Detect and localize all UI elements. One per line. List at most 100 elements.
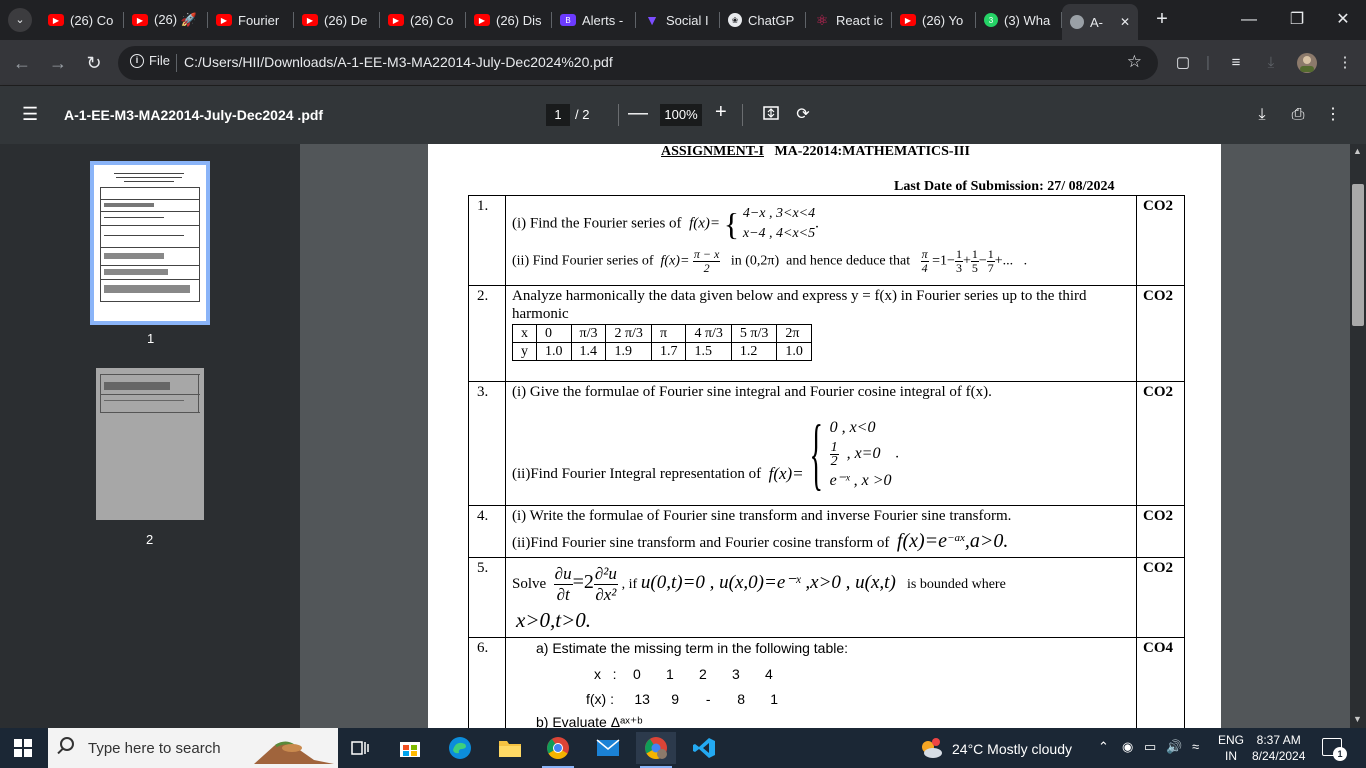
close-window-button[interactable]: ✕ [1320,0,1366,40]
sidebar-toggle-icon[interactable]: ☰ [22,105,42,125]
q3-case2: 12 , x=0 [829,440,892,468]
tab-search-chevron-icon[interactable]: ⌄ [8,8,32,32]
scroll-up-icon[interactable]: ▲ [1353,146,1362,156]
chrome-icon[interactable] [538,732,578,768]
browser-tab[interactable]: ❀ ChatGP [720,6,806,34]
browser-tab[interactable]: ⚛ React ic [806,6,892,34]
piecewise-cases: 4−x , 3<x<4 x−4 , 4<x<5 [743,204,815,244]
table-row: 6. a) Estimate the missing term in the f… [468,637,1185,728]
forward-arrow-icon[interactable]: → [46,51,70,75]
youtube-icon: ▶ [216,14,232,26]
download-icon[interactable]: ⤓ [1260,52,1282,74]
site-info-button[interactable]: i File [130,53,170,68]
browser-tab[interactable]: ▼ Social I [636,6,720,34]
reload-icon[interactable]: ↻ [82,51,106,75]
new-tab-button[interactable]: + [1150,8,1174,32]
notification-center-icon[interactable]: 1 [1322,738,1347,761]
taskbar-search[interactable]: Type here to search [48,728,338,768]
browser-tab[interactable]: B Alerts - [552,6,636,34]
browser-tab[interactable]: 3 (3) Wha [976,6,1062,34]
media-control-icon[interactable]: ≡ [1225,52,1247,74]
meet-now-icon[interactable]: ◉ [1122,739,1133,755]
heading-course: MA-22014:MATHEMATICS-III [774,144,970,159]
table-row: x 0 π/3 2 π/3 π 4 π/3 5 π/3 2π [512,324,812,343]
page-thumbnail-1[interactable] [90,161,210,325]
browser-menu-icon[interactable]: ⋮ [1334,52,1356,74]
brace-glyph: { [809,410,824,498]
table-cell: 3 [732,666,740,682]
volume-icon[interactable]: 🔊 [1166,739,1182,755]
browser-tab[interactable]: ▶ (26) Co [40,6,124,34]
vertical-scrollbar[interactable]: ▲ ▼ [1350,144,1366,728]
search-highlight-art [254,741,334,764]
zoom-out-button[interactable]: — [628,102,648,125]
language-indicator[interactable]: ENG IN [1218,732,1244,764]
system-clock[interactable]: 8:37 AM 8/24/2024 [1252,732,1305,764]
browser-tab[interactable]: ▶ (26) 🚀 [124,6,208,34]
address-bar[interactable]: i File C:/Users/HII/Downloads/A-1-EE-M3-… [118,46,1158,80]
battery-icon[interactable]: ▭ [1144,739,1156,755]
vscode-icon[interactable] [684,732,724,764]
chatgpt-icon: ❀ [728,13,742,27]
show-hidden-icons[interactable]: ⌃ [1098,739,1109,755]
table-cell: 2π [776,324,812,343]
fit-page-icon[interactable] [760,104,782,126]
rotate-icon[interactable]: ⟳ [792,104,814,126]
q3-case3: e⁻ˣ , x >0 [829,471,892,489]
page-thumbnail-2[interactable] [96,368,204,520]
minimize-button[interactable]: — [1226,0,1272,40]
fraction-numerator: ∂²u [593,564,618,585]
fraction-numerator: π − x [692,247,721,262]
url-text[interactable]: C:/Users/HII/Downloads/A-1-EE-M3-MA22014… [184,54,613,70]
windows-start-icon[interactable] [14,739,32,757]
edge-browser-icon[interactable] [440,732,480,764]
tab-label: Social I [666,12,709,28]
print-icon[interactable]: ⎙ [1287,104,1309,126]
mail-icon[interactable] [588,732,628,764]
bookmark-star-icon[interactable]: ☆ [1127,52,1142,72]
profile-avatar[interactable] [1296,52,1318,74]
chrome-profile-icon[interactable] [636,732,676,768]
page-number-input[interactable]: 1 [546,104,570,126]
download-icon[interactable]: ⤓ [1251,104,1273,126]
extensions-icon[interactable]: ▢ [1172,52,1194,74]
scroll-down-icon[interactable]: ▼ [1353,714,1362,724]
browser-tab[interactable]: ▶ (26) Yo [892,6,976,34]
browser-tab[interactable]: ▶ (26) Co [380,6,466,34]
file-explorer-icon[interactable] [490,732,530,764]
zoom-in-button[interactable]: + [715,101,727,124]
thumbnail-label-2: 2 [146,532,154,547]
course-outcome: CO2 [1136,505,1185,558]
q5-conditions-math: u(0,t)=0 , u(x,0)=e⁻ˣ ,x>0 , u(x,t) [640,571,896,593]
restore-button[interactable]: ❐ [1274,0,1320,40]
q3-case2-rest: , x=0 [846,444,881,462]
back-arrow-icon[interactable]: ← [10,51,34,75]
fraction-denominator: ∂x² [595,585,617,604]
whatsapp-icon: 3 [984,13,998,27]
scrollbar-thumb[interactable] [1352,184,1364,326]
microsoft-store-icon[interactable] [390,732,430,764]
task-view-icon[interactable] [340,732,380,764]
zoom-level-input[interactable]: 100% [660,104,702,126]
weather-widget[interactable]: 24°C Mostly cloudy [918,738,1072,760]
browser-tab[interactable]: ▶ (26) Dis [466,6,552,34]
browser-toolbar: ← → ↻ i File C:/Users/HII/Downloads/A-1-… [0,40,1366,86]
youtube-icon: ▶ [388,14,404,26]
pdf-viewport[interactable]: ASSIGNMENT-I MA-22014:MATHEMATICS-III La… [300,144,1350,728]
table-cell: 4 π/3 [685,324,732,343]
more-options-icon[interactable]: ⋮ [1322,104,1344,126]
table-cell: 2 π/3 [605,324,652,343]
pdf-title: A-1-EE-M3-MA22014-July-Dec2024 .pdf [64,107,324,123]
wifi-icon[interactable]: ≈ [1192,739,1199,754]
browser-tab[interactable]: ▶ (26) De [294,6,380,34]
fraction-denominator: 2 [703,261,710,275]
q6-part-a: a) Estimate the missing term in the foll… [536,640,849,656]
q6-f-label: f(x) : [586,691,614,707]
close-tab-icon[interactable]: ✕ [1120,15,1130,29]
question-body: a) Estimate the missing term in the foll… [505,637,1137,728]
table-cell: 1.2 [730,342,778,361]
question-number: 6. [468,637,506,728]
table-cell: 8 [737,691,746,707]
browser-tab[interactable]: A- ✕ [1062,4,1138,40]
browser-tab[interactable]: ▶ Fourier [208,6,294,34]
